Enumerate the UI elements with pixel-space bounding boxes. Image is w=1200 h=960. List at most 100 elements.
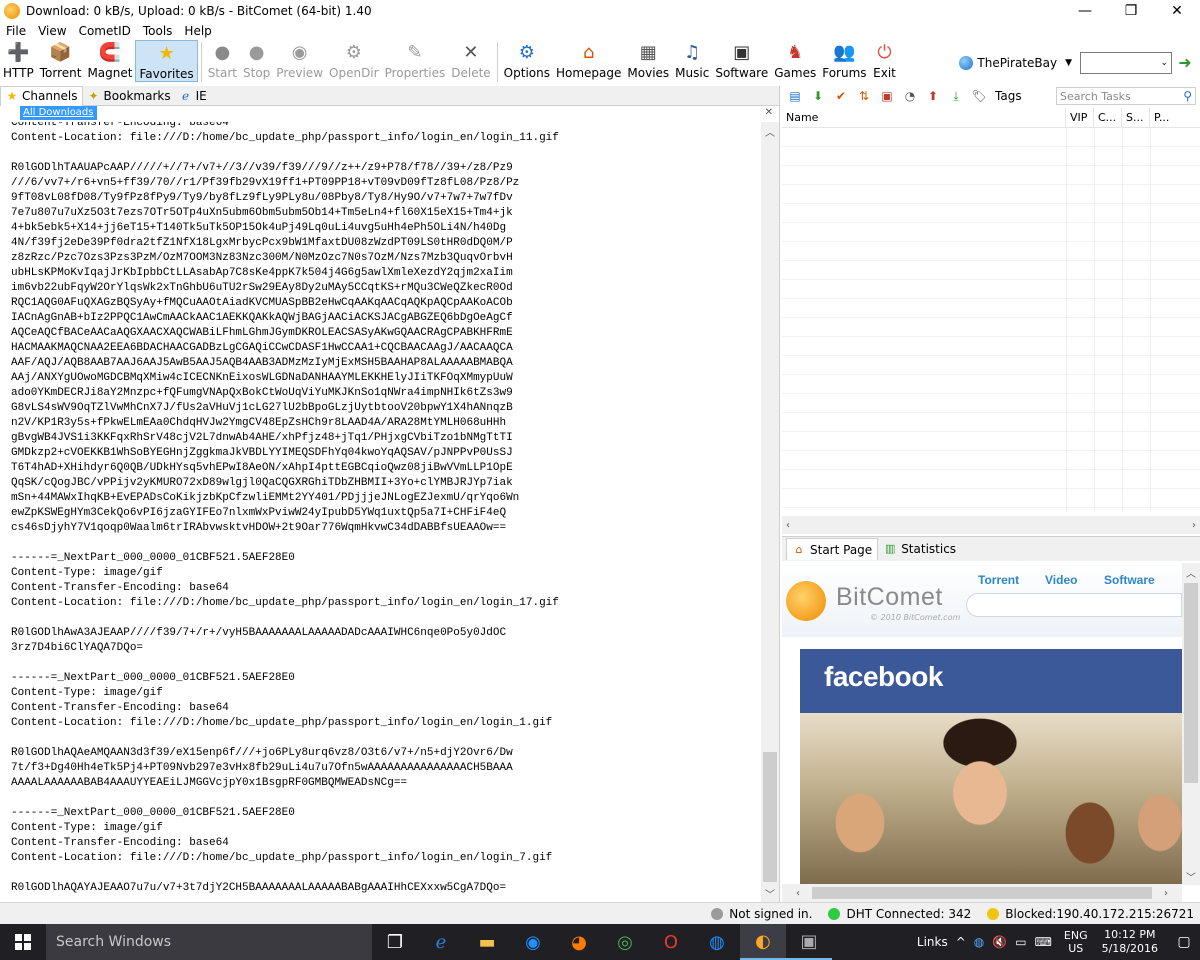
menu-cometid[interactable]: CometID: [73, 24, 137, 38]
upload-icon[interactable]: ⬆: [924, 87, 942, 105]
games-button[interactable]: ♞ Games: [771, 40, 819, 80]
scroll-thumb[interactable]: [763, 752, 777, 882]
scroll-up-icon[interactable]: ︿: [761, 122, 779, 140]
go-arrow-icon[interactable]: ➜: [1176, 54, 1194, 72]
tab-start-page[interactable]: ⌂ Start Page: [786, 538, 879, 560]
nav-software[interactable]: Software: [1104, 573, 1155, 587]
facebook-ad[interactable]: facebook: [800, 649, 1182, 885]
task-view-icon[interactable]: ❐: [372, 924, 418, 960]
up-down-icon[interactable]: ⇅: [855, 87, 873, 105]
preview-button[interactable]: ◉ Preview: [273, 40, 326, 80]
task-hscrollbar[interactable]: ‹ ›: [782, 516, 1200, 534]
http-button[interactable]: ➕ HTTP: [0, 40, 37, 80]
column-s[interactable]: S...: [1122, 107, 1150, 128]
menu-view[interactable]: View: [32, 24, 72, 38]
movies-button[interactable]: ▦ Movies: [624, 40, 672, 80]
forums-button[interactable]: 👥 Forums: [819, 40, 869, 80]
nav-torrent[interactable]: Torrent: [978, 573, 1019, 587]
search-engine-select[interactable]: ThePirateBay ▼: [959, 56, 1072, 70]
toolbar-button-label: OpenDir: [329, 66, 379, 80]
magnet-button[interactable]: 🧲 Magnet: [84, 40, 135, 80]
start-page-search-input[interactable]: [966, 593, 1182, 617]
properties-button[interactable]: ✎ Properties: [382, 40, 449, 80]
tab-channels[interactable]: ★ Channels: [0, 85, 83, 106]
firefox-icon[interactable]: ◕: [556, 924, 602, 960]
scroll-up-icon[interactable]: ︿: [1182, 563, 1200, 581]
maximize-button[interactable]: ❐: [1108, 0, 1154, 22]
chevron-down-icon[interactable]: ⌄: [1160, 58, 1168, 68]
menu-tools[interactable]: Tools: [137, 24, 179, 38]
scroll-thumb[interactable]: [1184, 583, 1198, 783]
start-button[interactable]: ● Start: [205, 40, 240, 80]
signin-status[interactable]: Not signed in.: [711, 907, 812, 921]
tab-ie[interactable]: ℯ IE: [175, 86, 211, 106]
opera-icon[interactable]: O: [648, 924, 694, 960]
tags-label[interactable]: Tags: [995, 89, 1022, 103]
torrent-button[interactable]: 📦 Torrent: [37, 40, 85, 80]
input-language[interactable]: ENG US: [1064, 929, 1088, 955]
teamviewer-icon[interactable]: ◉: [510, 924, 556, 960]
search-icon[interactable]: ⚲: [1183, 89, 1192, 103]
check-icon[interactable]: ✔: [832, 87, 850, 105]
homepage-button[interactable]: ⌂ Homepage: [553, 40, 624, 80]
start-icon: ●: [214, 42, 231, 63]
music-button[interactable]: ♫ Music: [672, 40, 712, 80]
scroll-right-icon[interactable]: ›: [1192, 520, 1196, 531]
start-page-vscrollbar[interactable]: ︿ ﹀: [1182, 563, 1200, 885]
edge-icon[interactable]: ℯ: [418, 924, 464, 960]
system-clock[interactable]: 10:12 PM 5/18/2016: [1102, 928, 1158, 956]
software-button[interactable]: ▣ Software: [712, 40, 771, 80]
toolbar-search-input[interactable]: ⌄: [1080, 52, 1172, 74]
opendir-button[interactable]: ⚙ OpenDir: [326, 40, 382, 80]
links-toolbar[interactable]: Links: [917, 935, 948, 949]
scroll-down-icon[interactable]: ﹀: [1182, 867, 1200, 885]
task-search-input[interactable]: Search Tasks ⚲: [1056, 87, 1196, 105]
menu-file[interactable]: File: [0, 24, 32, 38]
box-icon[interactable]: ▣: [878, 87, 896, 105]
column-p[interactable]: P...: [1150, 108, 1200, 128]
clock-icon[interactable]: ◔: [901, 87, 919, 105]
task-list-icon[interactable]: ▤: [786, 87, 804, 105]
start-button[interactable]: [0, 924, 46, 960]
scroll-down-icon[interactable]: ﹀: [761, 884, 779, 902]
scroll-left-icon[interactable]: ‹: [796, 888, 800, 899]
minimize-button[interactable]: —: [1062, 0, 1108, 22]
column-c[interactable]: C...: [1094, 107, 1122, 128]
favorites-button[interactable]: ★ Favorites: [135, 40, 198, 82]
keyboard-icon[interactable]: ⌨: [1035, 935, 1052, 949]
download-arrow-icon[interactable]: ⬇: [809, 87, 827, 105]
scroll-thumb[interactable]: [812, 887, 1152, 899]
nav-video[interactable]: Video: [1045, 573, 1077, 587]
network-icon[interactable]: ◍: [974, 935, 984, 949]
scroll-right-icon[interactable]: ›: [1164, 888, 1168, 899]
tab-statistics[interactable]: ▥ Statistics: [878, 538, 961, 560]
close-icon[interactable]: ✕: [765, 107, 773, 118]
message-icon[interactable]: ▭: [1015, 935, 1026, 949]
start-page-hscrollbar[interactable]: ‹ ›: [782, 884, 1182, 902]
import-icon[interactable]: ⤓: [947, 87, 965, 105]
taskbar-search-input[interactable]: Search Windows: [46, 924, 372, 960]
content-scrollbar[interactable]: ︿ ﹀: [761, 122, 779, 902]
column-name[interactable]: Name: [782, 107, 1066, 128]
photo-app-icon[interactable]: ▣: [786, 924, 832, 960]
tab-bookmarks[interactable]: ✦ Bookmarks: [83, 86, 175, 106]
volume-muted-icon[interactable]: 🔇: [992, 935, 1007, 949]
exit-button[interactable]: ⏻ Exit: [870, 40, 900, 80]
all-downloads-link[interactable]: All Downloads: [20, 106, 97, 120]
delete-button[interactable]: ✕ Delete: [448, 40, 493, 80]
notification-icon[interactable]: ▢: [1168, 924, 1200, 960]
menu-help[interactable]: Help: [178, 24, 217, 38]
ccleaner-icon[interactable]: ◍: [694, 924, 740, 960]
column-vip[interactable]: VIP: [1066, 107, 1094, 128]
close-button[interactable]: ✕: [1154, 0, 1200, 22]
options-button[interactable]: ⚙ Options: [501, 40, 553, 80]
task-list[interactable]: [782, 128, 1200, 512]
chrome-icon[interactable]: ◎: [602, 924, 648, 960]
bitcomet-taskbar-icon[interactable]: ◐: [740, 924, 786, 960]
stop-button[interactable]: ● Stop: [240, 40, 273, 80]
toolbar-button-label: HTTP: [3, 66, 34, 80]
chevron-up-icon[interactable]: ^: [956, 935, 966, 949]
ie-icon: ℯ: [182, 88, 190, 103]
scroll-left-icon[interactable]: ‹: [786, 520, 790, 531]
file-explorer-icon[interactable]: ▬: [464, 924, 510, 960]
